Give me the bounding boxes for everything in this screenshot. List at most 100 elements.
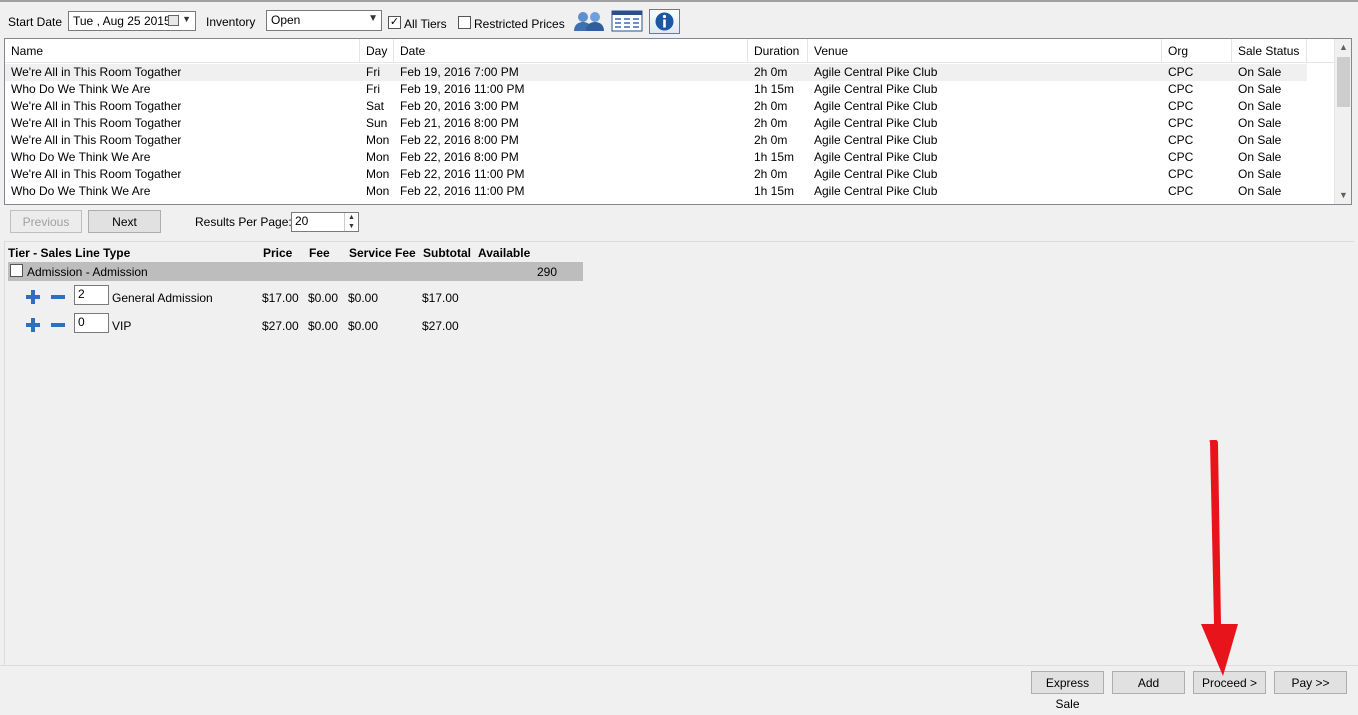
events-grid[interactable]: Name Day Date Duration Venue Org Sale St… <box>4 38 1352 205</box>
cell-duration: 2h 0m <box>754 167 788 181</box>
info-button[interactable] <box>649 9 680 34</box>
tier-group-checkbox[interactable] <box>10 264 23 277</box>
cell-org: CPC <box>1168 133 1194 147</box>
plus-icon[interactable] <box>25 317 41 333</box>
cell-date: Feb 19, 2016 11:00 PM <box>400 82 525 96</box>
quantity-input[interactable]: 2 <box>74 285 109 305</box>
results-per-page-stepper[interactable]: 20 ▲ ▼ <box>291 212 359 232</box>
cell-name: Who Do We Think We Are <box>11 150 151 164</box>
start-date-picker[interactable]: Tue , Aug 25 2015 ▼ <box>68 11 196 31</box>
users-icon[interactable] <box>572 9 606 33</box>
events-grid-header: Name Day Date Duration Venue Org Sale St… <box>5 39 1335 63</box>
table-row[interactable]: Who Do We Think We Are Fri Feb 19, 2016 11… <box>5 81 1307 98</box>
previous-button[interactable]: Previous <box>10 210 82 233</box>
column-header-day[interactable]: Day <box>360 39 394 63</box>
cell-venue: Agile Central Pike Club <box>814 82 938 96</box>
tier-group-available: 290 <box>537 265 558 279</box>
table-row[interactable]: We're All in This Room Togather Sun Feb 21… <box>5 115 1307 132</box>
tier-group-row[interactable]: Admission - Admission 290 <box>8 262 583 281</box>
restricted-prices-label: Restricted Prices <box>474 17 565 31</box>
chevron-down-icon[interactable]: ▼ <box>368 13 378 24</box>
cell-sale-status: On Sale <box>1238 116 1282 130</box>
cell-venue: Agile Central Pike Club <box>814 167 938 181</box>
column-header-sale-status[interactable]: Sale Status <box>1232 39 1307 63</box>
cell-sale-status: On Sale <box>1238 99 1282 113</box>
window-top-border <box>0 0 1358 2</box>
table-row[interactable]: We're All in This Room Togather Mon Feb 22… <box>5 166 1307 183</box>
cell-org: CPC <box>1168 167 1194 181</box>
calendar-icon[interactable] <box>168 15 179 26</box>
scroll-down-icon[interactable]: ▼ <box>1335 187 1351 204</box>
cell-org: CPC <box>1168 65 1194 79</box>
cell-date: Feb 22, 2016 11:00 PM <box>400 167 525 181</box>
cell-name: Who Do We Think We Are <box>11 82 151 96</box>
events-grid-scrollbar[interactable]: ▲ ▼ <box>1334 39 1351 204</box>
cell-day: Mon <box>366 133 390 147</box>
footer-divider <box>0 665 1358 666</box>
cell-venue: Agile Central Pike Club <box>814 133 938 147</box>
start-date-value: Tue , Aug 25 2015 <box>73 14 171 28</box>
all-tiers-checkbox[interactable]: ✓ <box>388 16 401 29</box>
cell-name: Who Do We Think We Are <box>11 184 151 198</box>
cell-org: CPC <box>1168 184 1194 198</box>
cell-duration: 2h 0m <box>754 65 788 79</box>
cell-duration: 1h 15m <box>754 184 795 198</box>
cell-name: We're All in This Room Togather <box>11 133 182 147</box>
plus-icon[interactable] <box>25 289 41 305</box>
sales-line-fee: $0.00 <box>308 291 339 305</box>
tier-group-label: Admission - Admission <box>27 265 148 279</box>
all-tiers-label: All Tiers <box>404 17 447 31</box>
tier-column-header: Tier - Sales Line Type <box>8 246 131 260</box>
next-button[interactable]: Next <box>88 210 161 233</box>
table-row[interactable]: We're All in This Room Togather Mon Feb 22… <box>5 132 1307 149</box>
inventory-select[interactable]: Open ▼ <box>266 10 382 31</box>
cell-day: Sat <box>366 99 385 113</box>
sales-line-price: $17.00 <box>262 291 299 305</box>
sales-line-subtotal: $27.00 <box>422 319 459 333</box>
column-header-duration[interactable]: Duration <box>748 39 808 63</box>
cell-org: CPC <box>1168 82 1194 96</box>
cell-sale-status: On Sale <box>1238 167 1282 181</box>
info-icon <box>655 12 674 31</box>
sales-line-fee: $0.00 <box>308 319 339 333</box>
scroll-up-icon[interactable]: ▲ <box>1335 39 1351 56</box>
cell-org: CPC <box>1168 150 1194 164</box>
available-column-header: Available <box>478 246 531 260</box>
column-header-org[interactable]: Org <box>1162 39 1232 63</box>
quantity-input[interactable]: 0 <box>74 313 109 333</box>
results-per-page-value: 20 <box>295 214 309 228</box>
cell-duration: 2h 0m <box>754 99 788 113</box>
table-row[interactable]: We're All in This Room Togather Sat Feb 20… <box>5 98 1307 115</box>
sales-line-name: General Admission <box>112 291 213 305</box>
pay-button[interactable]: Pay >> <box>1274 671 1347 694</box>
cell-day: Mon <box>366 184 390 198</box>
cell-day: Mon <box>366 150 390 164</box>
chevron-down-icon[interactable]: ▼ <box>182 14 191 24</box>
cell-venue: Agile Central Pike Club <box>814 65 938 79</box>
annotation-arrow-icon <box>1201 440 1238 676</box>
table-row[interactable]: We're All in This Room Togather Fri Feb 19… <box>5 64 1307 81</box>
stepper-arrows-icon[interactable]: ▲ ▼ <box>344 213 358 231</box>
scroll-thumb[interactable] <box>1337 57 1350 107</box>
cell-duration: 1h 15m <box>754 82 795 96</box>
column-header-name[interactable]: Name <box>5 39 360 63</box>
add-button[interactable]: Add <box>1112 671 1185 694</box>
cell-venue: Agile Central Pike Club <box>814 99 938 113</box>
column-header-venue[interactable]: Venue <box>808 39 1162 63</box>
minus-icon[interactable] <box>50 289 66 305</box>
subtotal-column-header: Subtotal <box>423 246 471 260</box>
minus-icon[interactable] <box>50 317 66 333</box>
inventory-value: Open <box>271 13 301 27</box>
column-header-date[interactable]: Date <box>394 39 748 63</box>
cell-sale-status: On Sale <box>1238 150 1282 164</box>
cell-day: Mon <box>366 167 390 181</box>
start-date-label: Start Date <box>8 15 63 29</box>
cell-venue: Agile Central Pike Club <box>814 184 938 198</box>
cell-org: CPC <box>1168 99 1194 113</box>
restricted-prices-checkbox[interactable] <box>458 16 471 29</box>
express-sale-button[interactable]: Express Sale <box>1031 671 1104 711</box>
table-row[interactable]: Who Do We Think We Are Mon Feb 22, 2016 8:… <box>5 149 1307 166</box>
table-row[interactable]: Who Do We Think We Are Mon Feb 22, 2016 11… <box>5 183 1307 200</box>
sales-line-subtotal: $17.00 <box>422 291 459 305</box>
grid-view-icon[interactable] <box>611 9 643 33</box>
